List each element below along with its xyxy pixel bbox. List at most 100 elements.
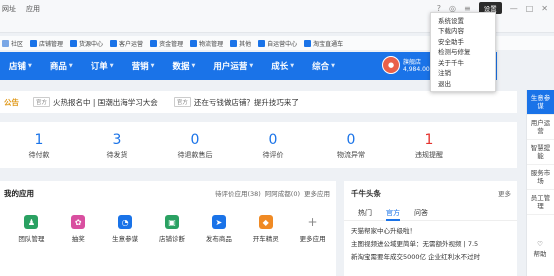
user-balance: 4,984.00 (403, 66, 430, 73)
bookmark-label: 店铺管理 (39, 40, 64, 48)
news-title: 千牛头条 (351, 189, 381, 198)
bookmark-item[interactable]: 店铺管理 (30, 39, 63, 48)
bookmark-item[interactable]: 社区 (2, 39, 23, 48)
rightbar-item-business[interactable]: 生意参谋 (527, 90, 554, 115)
app-item[interactable]: + 更多应用 (289, 215, 336, 243)
nav-label: 店铺 (9, 62, 27, 72)
settings-dropdown: 系统设置 下载内容 安全助手 检测与修复 关于千牛 注销 退出 (430, 12, 496, 92)
bookmark-label: 物流管理 (199, 40, 224, 48)
dropdown-item-repair[interactable]: 检测与修复 (431, 47, 495, 58)
news-item[interactable]: 新淘宝需要年成交5000亿 企业红利水不过时 (351, 251, 517, 264)
stat-violation[interactable]: 1 违规提醒 (390, 122, 468, 168)
notice-link[interactable]: 还在亏钱做店铺？提升技巧来了 (194, 97, 299, 108)
nav-item-user-ops[interactable]: 用户运营 ▼ (204, 60, 262, 72)
tab-official[interactable]: 官方 (386, 208, 400, 221)
bookmark-item[interactable]: 货源中心 (70, 39, 103, 48)
dropdown-item-system-settings[interactable]: 系统设置 (431, 15, 495, 26)
apps-row: ♟ 团队管理 ✿ 抽奖 ◔ 生意参谋 ▣ 店铺诊断 ➤ 发布商品 ◆ 开车精灵 + 更多应用 (0, 215, 336, 243)
nav-item-data[interactable]: 数据 ▼ (164, 60, 205, 72)
news-header: 千牛头条 更多 (344, 181, 517, 199)
nav-label: 订单 (90, 62, 108, 72)
bookmark-item[interactable]: 自运营中心 (258, 39, 297, 48)
chevron-down-icon: ▼ (150, 63, 155, 69)
app-item[interactable]: ➤ 发布商品 (195, 215, 242, 243)
help-button[interactable]: ♡ 帮助 (528, 240, 552, 258)
lottery-icon: ✿ (71, 215, 86, 229)
tab-hot[interactable]: 热门 (358, 208, 372, 220)
notice-link[interactable]: 火热报名中 | 国潮出海学习大会 (53, 97, 158, 108)
bookmark-icon (304, 39, 312, 47)
stat-pending-shipment[interactable]: 3 待发货 (78, 122, 156, 168)
app-item[interactable]: ✿ 抽奖 (55, 215, 102, 243)
minimize-icon[interactable]: — (510, 4, 518, 13)
top-menu: 网址 应用 (0, 4, 42, 14)
nav-item-goods[interactable]: 商品 ▼ (41, 60, 82, 72)
rightbar-item-staff[interactable]: 员工管理 (527, 190, 554, 215)
tab-qa[interactable]: 问答 (414, 208, 428, 220)
rightbar-item-market[interactable]: 服务市场 (527, 165, 554, 190)
bookmark-icon (30, 39, 38, 47)
stat-pending-payment[interactable]: 1 待付款 (0, 122, 78, 168)
apps-link[interactable]: 阿阿成都(0) (265, 188, 300, 199)
order-stats: 1 待付款 3 待发货 0 待退款售后 0 待评价 0 物流异常 1 违规提醒 (0, 122, 517, 168)
help-icon: ♡ (537, 240, 543, 248)
dropdown-item-security[interactable]: 安全助手 (431, 36, 495, 47)
bookmark-item[interactable]: 客户运营 (110, 39, 143, 48)
nav-item-orders[interactable]: 订单 ▼ (82, 60, 123, 72)
app-item[interactable]: ◆ 开车精灵 (242, 215, 289, 243)
rightbar-item-ability[interactable]: 智慧提能 (527, 140, 554, 165)
menu-item-url[interactable]: 网址 (0, 4, 18, 14)
user-text: 旗舰店 4,984.00 (403, 57, 430, 73)
nav-label: 数据 (172, 62, 190, 72)
notice-bar: 公告 官方 火热报名中 | 国潮出海学习大会 官方 还在亏钱做店铺？提升技巧来了 (0, 91, 517, 113)
bookmark-item[interactable]: 淘宝直通车 (304, 39, 343, 48)
nav-item-marketing[interactable]: 营销 ▼ (123, 60, 164, 72)
bookmark-item[interactable]: 其他 (230, 39, 251, 48)
stat-value: 1 (34, 132, 44, 148)
menu-item-apps[interactable]: 应用 (24, 4, 42, 14)
user-info[interactable]: ● 旗舰店 4,984.00 (382, 56, 430, 74)
app-label: 开车精灵 (252, 235, 279, 243)
app-label: 店铺诊断 (159, 235, 185, 243)
stat-pending-review[interactable]: 0 待评价 (234, 122, 312, 168)
bookmark-label: 资金管理 (159, 40, 184, 48)
apps-link[interactable]: 更多应用 (304, 188, 330, 199)
nav-label: 营销 (131, 62, 149, 72)
official-badge: 官方 (173, 97, 191, 107)
apps-link[interactable]: 待评价应用(38) (215, 188, 261, 199)
bookmark-label: 淘宝直通车 (313, 40, 344, 48)
news-more-link[interactable]: 更多 (498, 188, 511, 199)
app-item[interactable]: ▣ 店铺诊断 (149, 215, 196, 243)
apps-links: 待评价应用(38) 阿阿成都(0) 更多应用 (215, 188, 330, 199)
app-label: 发布商品 (205, 235, 232, 243)
stat-pending-refund[interactable]: 0 待退款售后 (156, 122, 234, 168)
bookmark-label: 货源中心 (79, 40, 104, 48)
rightbar-item-user-ops[interactable]: 用户运营 (527, 115, 554, 140)
bookmark-icon (110, 39, 118, 47)
bookmark-item[interactable]: 资金管理 (150, 39, 183, 48)
news-item[interactable]: 天猫帮家中心升级啦！ (351, 225, 517, 238)
dropdown-item-logout[interactable]: 注销 (431, 68, 495, 79)
bookmark-label: 客户运营 (119, 40, 144, 48)
team-icon: ♟ (24, 215, 39, 229)
dropdown-item-exit[interactable]: 退出 (431, 78, 495, 89)
nav-item-shop[interactable]: 店铺 ▼ (0, 60, 41, 72)
bookmark-item[interactable]: 物流管理 (190, 39, 223, 48)
news-item[interactable]: 主图视频进公域更简单：无需额外视频 | 7.5 (351, 238, 517, 251)
stat-logistics-issue[interactable]: 0 物流异常 (312, 122, 390, 168)
dropdown-item-about[interactable]: 关于千牛 (431, 57, 495, 68)
nav-item-growth[interactable]: 成长 ▼ (262, 60, 303, 72)
close-icon[interactable]: ✕ (541, 4, 548, 13)
dropdown-item-downloads[interactable]: 下载内容 (431, 26, 495, 37)
nav-item-general[interactable]: 综合 ▼ (303, 60, 344, 72)
app-item[interactable]: ♟ 团队管理 (8, 215, 55, 243)
nav-label: 综合 (312, 62, 330, 72)
maximize-icon[interactable]: □ (526, 4, 534, 13)
chevron-down-icon: ▼ (290, 63, 295, 69)
nav-label: 用户运营 (213, 62, 248, 72)
bookmark-icon (2, 39, 9, 47)
app-item[interactable]: ◔ 生意参谋 (102, 215, 149, 243)
chevron-down-icon: ▼ (68, 63, 73, 69)
avatar[interactable]: ● (382, 56, 400, 74)
apps-header: 我的应用 待评价应用(38) 阿阿成都(0) 更多应用 (0, 181, 336, 199)
